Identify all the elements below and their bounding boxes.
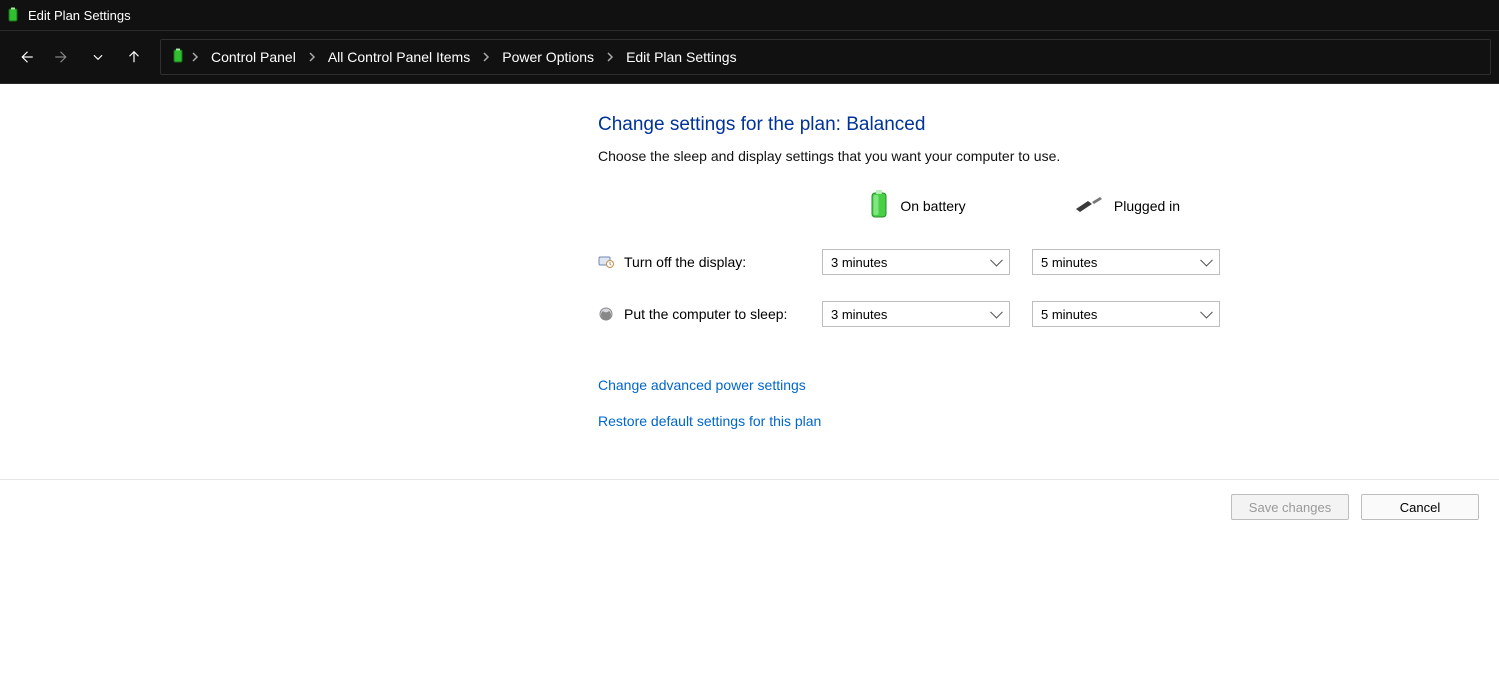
recent-locations-button[interactable]	[80, 39, 116, 75]
column-header-plugged-label: Plugged in	[1114, 198, 1180, 214]
chevron-right-icon	[482, 52, 490, 62]
display-battery-value: 3 minutes	[831, 255, 887, 270]
sleep-icon	[598, 306, 614, 322]
breadcrumb-power-options[interactable]: Power Options	[496, 45, 600, 69]
save-button[interactable]: Save changes	[1231, 494, 1349, 520]
row-display-label: Turn off the display:	[598, 254, 822, 270]
display-plugged-value: 5 minutes	[1041, 255, 1097, 270]
row-display-text: Turn off the display:	[624, 254, 746, 270]
advanced-settings-link[interactable]: Change advanced power settings	[598, 377, 1238, 393]
cancel-button[interactable]: Cancel	[1361, 494, 1479, 520]
column-header-plugged: Plugged in	[1032, 194, 1222, 217]
forward-button[interactable]	[44, 39, 80, 75]
page-subtext: Choose the sleep and display settings th…	[598, 148, 1238, 164]
breadcrumb-edit-plan-settings[interactable]: Edit Plan Settings	[620, 45, 743, 69]
chevron-right-icon	[191, 52, 199, 62]
display-plugged-select[interactable]: 5 minutes	[1032, 249, 1220, 275]
chevron-right-icon	[308, 52, 316, 62]
sleep-battery-select[interactable]: 3 minutes	[822, 301, 1010, 327]
settings-grid: On battery Plugged in	[598, 188, 1238, 327]
column-header-battery: On battery	[822, 188, 1012, 223]
titlebar: Edit Plan Settings	[0, 0, 1499, 30]
restore-defaults-link[interactable]: Restore default settings for this plan	[598, 413, 1238, 429]
battery-app-icon	[6, 7, 20, 23]
sleep-plugged-value: 5 minutes	[1041, 307, 1097, 322]
battery-crumb-icon	[171, 48, 185, 67]
page-heading: Change settings for the plan: Balanced	[598, 114, 1238, 136]
breadcrumb-all-items[interactable]: All Control Panel Items	[322, 45, 476, 69]
up-button[interactable]	[116, 39, 152, 75]
sleep-battery-value: 3 minutes	[831, 307, 887, 322]
address-bar[interactable]: Control Panel All Control Panel Items Po…	[160, 39, 1491, 75]
plug-icon	[1074, 194, 1104, 217]
battery-icon	[868, 188, 890, 223]
breadcrumb-control-panel[interactable]: Control Panel	[205, 45, 302, 69]
back-button[interactable]	[8, 39, 44, 75]
column-header-battery-label: On battery	[900, 198, 965, 214]
row-sleep-text: Put the computer to sleep:	[624, 306, 787, 322]
navbar: Control Panel All Control Panel Items Po…	[0, 30, 1499, 84]
content-area: Change settings for the plan: Balanced C…	[0, 84, 1499, 534]
row-sleep-label: Put the computer to sleep:	[598, 306, 822, 322]
window-title: Edit Plan Settings	[28, 8, 131, 23]
display-icon	[598, 254, 614, 270]
sleep-plugged-select[interactable]: 5 minutes	[1032, 301, 1220, 327]
display-battery-select[interactable]: 3 minutes	[822, 249, 1010, 275]
chevron-right-icon	[606, 52, 614, 62]
footer: Save changes Cancel	[0, 479, 1499, 534]
links: Change advanced power settings Restore d…	[598, 377, 1238, 429]
